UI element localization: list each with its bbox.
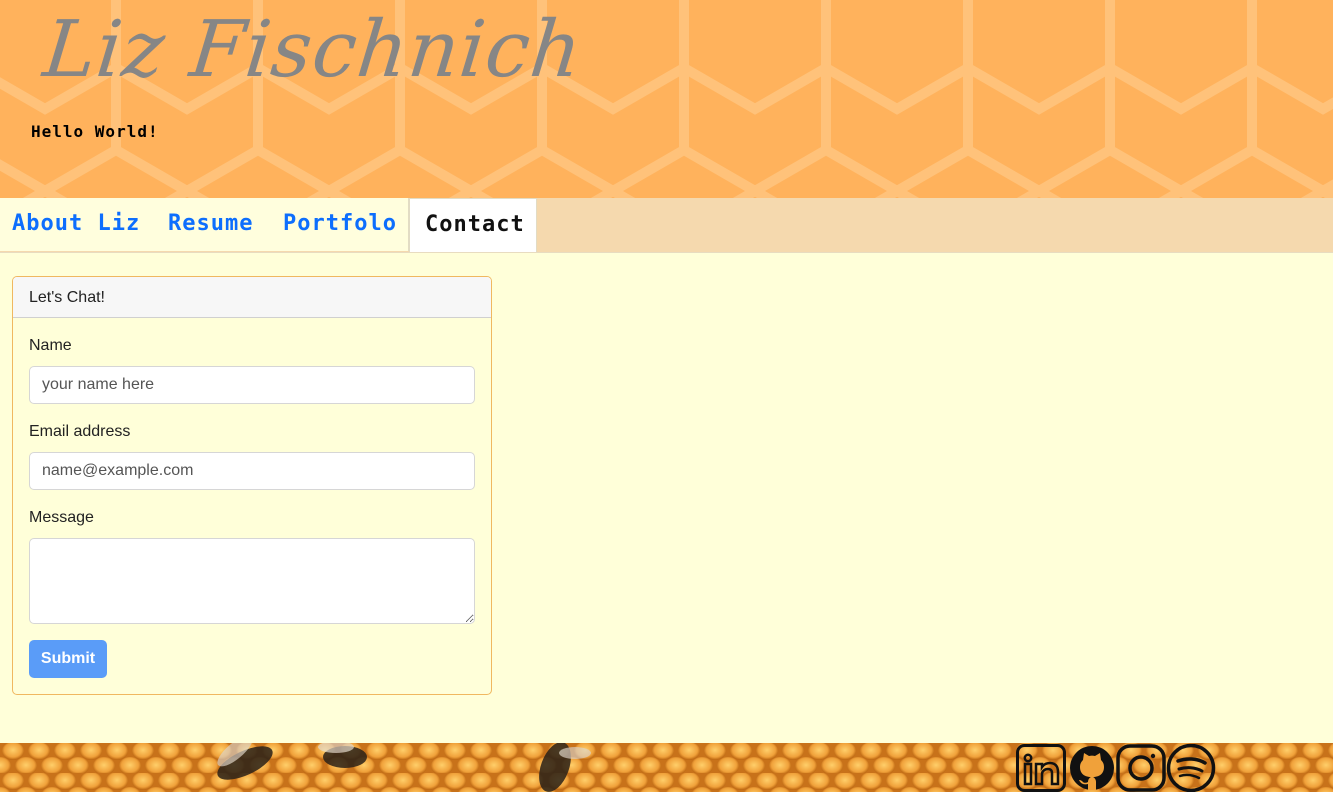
contact-card: Let's Chat! Name Email address Message S… [12, 276, 492, 695]
tagline: Hello World! [31, 122, 159, 141]
name-label: Name [29, 337, 72, 354]
email-label: Email address [29, 423, 131, 440]
instagram-icon[interactable] [1116, 744, 1166, 792]
linkedin-icon[interactable] [1016, 744, 1066, 792]
github-icon[interactable] [1067, 744, 1117, 792]
email-input[interactable] [29, 452, 475, 490]
message-textarea[interactable] [29, 538, 475, 624]
name-input[interactable] [29, 366, 475, 404]
message-label: Message [29, 509, 94, 526]
site-title: Liz Fischnich [39, 5, 587, 95]
tab-contact[interactable]: Contact [409, 198, 537, 252]
card-heading: Let's Chat! [13, 277, 491, 318]
submit-button[interactable]: Submit [29, 640, 107, 678]
tab-about-liz[interactable]: About Liz [0, 198, 152, 251]
spotify-icon[interactable] [1166, 744, 1216, 792]
tab-portfolio[interactable]: Portfolo [267, 198, 409, 251]
main-nav: About Liz Resume Portfolo Contact [0, 198, 1333, 253]
tab-resume[interactable]: Resume [152, 198, 267, 251]
site-header: Liz Fischnich Hello World! [0, 0, 1333, 198]
